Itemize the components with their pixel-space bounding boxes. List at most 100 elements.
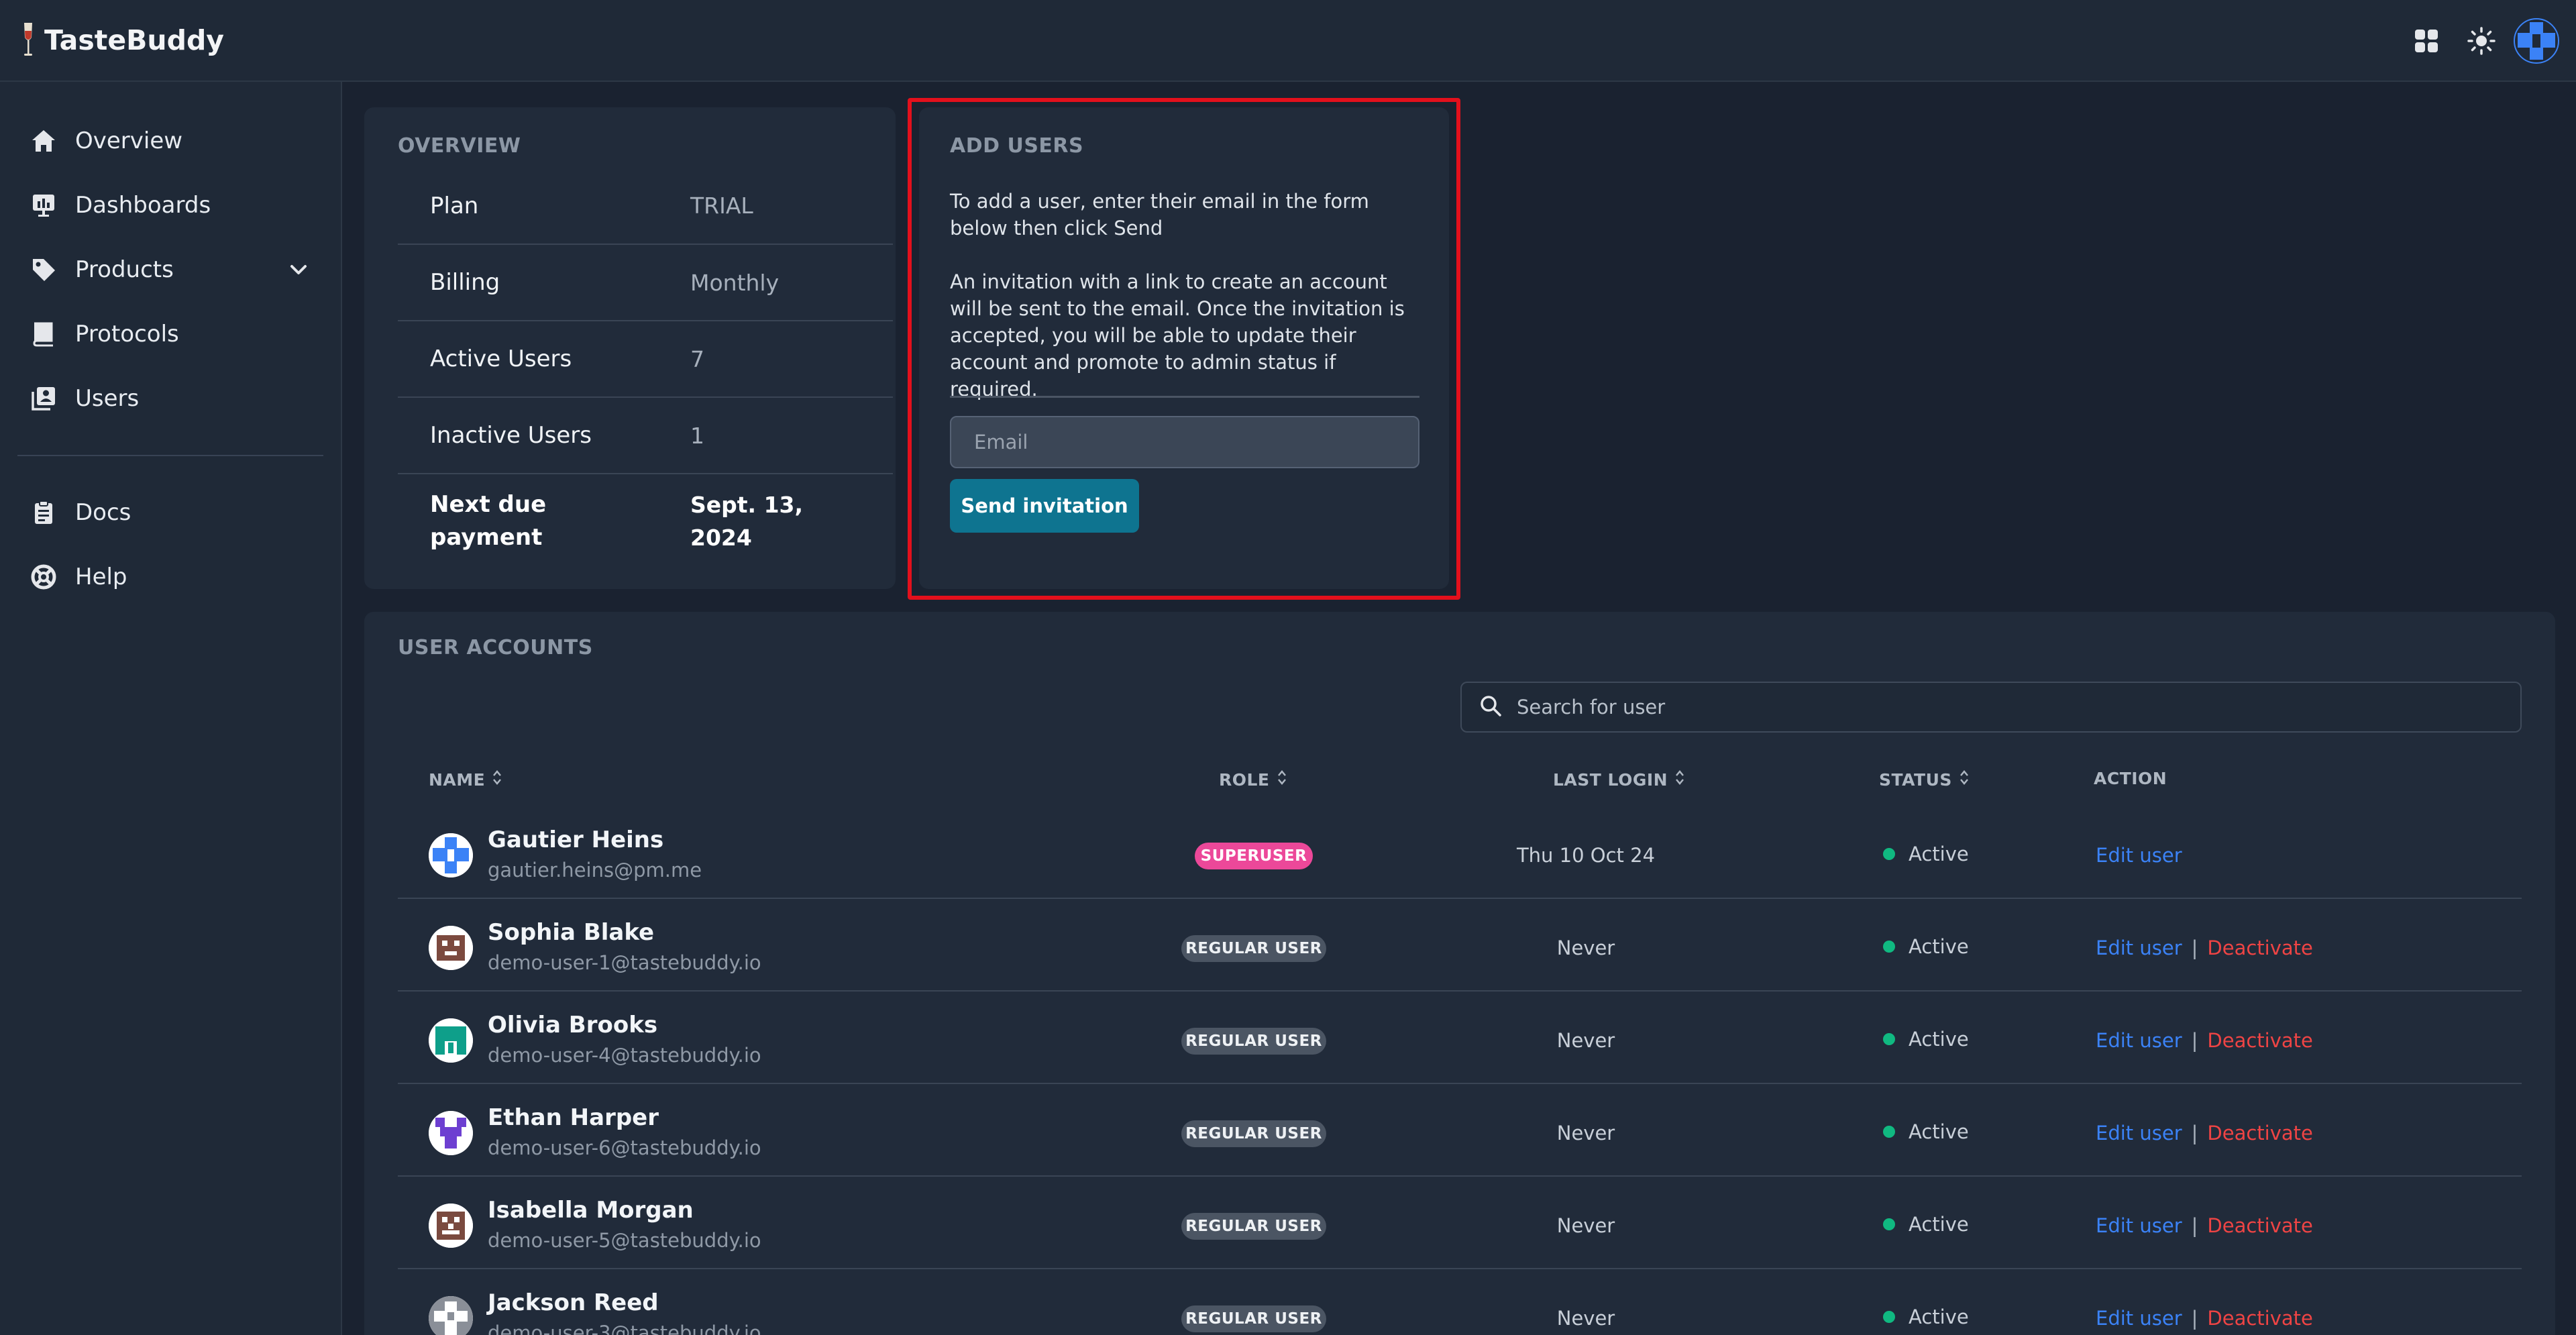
avatar xyxy=(429,1018,473,1063)
avatar xyxy=(429,1204,473,1248)
last-login: Never xyxy=(1556,1214,1615,1237)
role-badge: REGULAR USER xyxy=(1181,1120,1326,1147)
sort-icon[interactable] xyxy=(1277,769,1287,790)
overview-row-active-users: Active Users 7 xyxy=(398,321,893,398)
add-users-invitation-info: An invitation with a link to create an a… xyxy=(950,270,1405,400)
role-badge: REGULAR USER xyxy=(1181,1305,1326,1332)
column-header-label: ROLE xyxy=(1219,769,1270,790)
user-email: gautier.heins@pm.me xyxy=(488,859,702,882)
column-header-label: STATUS xyxy=(1879,769,1952,790)
user-name: Isabella Morgan xyxy=(488,1197,694,1224)
avatar xyxy=(429,1111,473,1155)
sidebar-item-label: Help xyxy=(75,564,127,590)
column-header-role[interactable]: ROLE xyxy=(1219,769,1287,790)
table-row: Olivia Brooks demo-user-4@tastebuddy.io … xyxy=(398,992,2522,1084)
edit-user-link[interactable]: Edit user xyxy=(2096,1214,2182,1237)
presentation-icon xyxy=(30,191,58,219)
status-badge: Active xyxy=(1883,1305,1969,1328)
column-header-name[interactable]: NAME xyxy=(429,769,502,790)
sort-icon[interactable] xyxy=(1959,769,1970,790)
tag-icon xyxy=(30,256,58,284)
sidebar-item-dashboards[interactable]: Dashboards xyxy=(0,173,341,237)
status-badge: Active xyxy=(1883,1028,1969,1051)
row-actions: Edit user | Deactivate xyxy=(2096,1122,2313,1144)
status-dot xyxy=(1883,848,1895,860)
status-badge: Active xyxy=(1883,843,1969,865)
chevron-down-icon[interactable] xyxy=(288,259,309,286)
last-login: Never xyxy=(1556,1307,1615,1330)
status-dot xyxy=(1883,1218,1895,1230)
status-text: Active xyxy=(1909,935,1969,958)
edit-user-link[interactable]: Edit user xyxy=(2096,844,2182,867)
sidebar-item-label: Overview xyxy=(75,127,183,154)
overview-label: Billing xyxy=(430,269,500,296)
action-separator: | xyxy=(2191,937,2198,959)
sidebar-item-users[interactable]: Users xyxy=(0,366,341,431)
deactivate-link[interactable]: Deactivate xyxy=(2207,1307,2312,1330)
table-row: Gautier Heins gautier.heins@pm.me SUPERU… xyxy=(398,806,2522,899)
sort-icon[interactable] xyxy=(492,769,502,790)
status-text: Active xyxy=(1909,1028,1969,1051)
status-dot xyxy=(1883,1033,1895,1045)
sidebar-item-protocols[interactable]: Protocols xyxy=(0,302,341,366)
deactivate-link[interactable]: Deactivate xyxy=(2207,1214,2312,1237)
sidebar-item-help[interactable]: Help xyxy=(0,545,341,609)
send-invitation-button[interactable]: Send invitation xyxy=(950,479,1139,533)
row-actions: Edit user | Deactivate xyxy=(2096,937,2313,959)
deactivate-link[interactable]: Deactivate xyxy=(2207,937,2312,959)
status-badge: Active xyxy=(1883,1213,1969,1236)
role-badge: SUPERUSER xyxy=(1195,843,1313,869)
deactivate-link[interactable]: Deactivate xyxy=(2207,1029,2312,1052)
sidebar-item-label: Products xyxy=(75,256,174,283)
sidebar-item-docs[interactable]: Docs xyxy=(0,480,341,545)
user-avatar-icon[interactable] xyxy=(2513,17,2560,64)
table-row: Jackson Reed demo-user-3@tastebuddy.io R… xyxy=(398,1269,2522,1335)
action-separator: | xyxy=(2191,1122,2198,1144)
user-email: demo-user-3@tastebuddy.io xyxy=(488,1322,761,1335)
overview-row-billing: Billing Monthly xyxy=(398,245,893,321)
user-search[interactable] xyxy=(1460,682,2522,733)
row-actions: Edit user | Deactivate xyxy=(2096,1307,2313,1330)
action-separator: | xyxy=(2191,1307,2198,1330)
sun-icon[interactable] xyxy=(2458,17,2505,64)
overview-value: TRIAL xyxy=(690,193,753,219)
deactivate-link[interactable]: Deactivate xyxy=(2207,1122,2312,1144)
overview-value: 7 xyxy=(690,345,704,372)
status-dot xyxy=(1883,1126,1895,1138)
search-input[interactable] xyxy=(1517,696,2456,718)
apps-grid-icon[interactable] xyxy=(2403,17,2450,64)
column-header-action: ACTION xyxy=(2094,769,2167,788)
sidebar-item-overview[interactable]: Overview xyxy=(0,109,341,173)
sidebar: Overview Dashboards Products Protocols U… xyxy=(0,82,342,1335)
wine-glass-logo-icon xyxy=(24,23,32,56)
overview-panel: OVERVIEW Plan TRIAL Billing Monthly Acti… xyxy=(364,107,896,589)
add-users-instructions: To add a user, enter their email in the … xyxy=(950,190,1369,239)
overview-row-plan: Plan TRIAL xyxy=(398,168,893,245)
role-badge: REGULAR USER xyxy=(1181,935,1326,962)
avatar xyxy=(429,926,473,970)
user-name: Ethan Harper xyxy=(488,1104,659,1131)
sidebar-nav: Overview Dashboards Products Protocols U… xyxy=(0,82,341,431)
user-email: demo-user-5@tastebuddy.io xyxy=(488,1229,761,1252)
edit-user-link[interactable]: Edit user xyxy=(2096,1122,2182,1144)
email-input[interactable] xyxy=(950,416,1419,468)
column-header-last-login[interactable]: LAST LOGIN xyxy=(1553,769,1685,790)
last-login: Never xyxy=(1556,1029,1615,1052)
last-login: Thu 10 Oct 24 xyxy=(1516,844,1656,867)
edit-user-link[interactable]: Edit user xyxy=(2096,1307,2182,1330)
edit-user-link[interactable]: Edit user xyxy=(2096,1029,2182,1052)
edit-user-link[interactable]: Edit user xyxy=(2096,937,2182,959)
role-badge: REGULAR USER xyxy=(1181,1028,1326,1055)
status-dot xyxy=(1883,1311,1895,1323)
last-login: Never xyxy=(1556,937,1615,959)
sidebar-item-products[interactable]: Products xyxy=(0,237,341,302)
sort-icon[interactable] xyxy=(1674,769,1685,790)
status-dot xyxy=(1883,941,1895,953)
book-icon xyxy=(30,320,58,348)
sidebar-item-label: Dashboards xyxy=(75,192,211,219)
overview-value: Monthly xyxy=(690,269,780,296)
user-accounts-title: USER ACCOUNTS xyxy=(398,636,593,659)
column-header-status[interactable]: STATUS xyxy=(1879,769,1970,790)
brand[interactable]: TasteBuddy xyxy=(20,20,224,60)
last-login: Never xyxy=(1556,1122,1615,1144)
